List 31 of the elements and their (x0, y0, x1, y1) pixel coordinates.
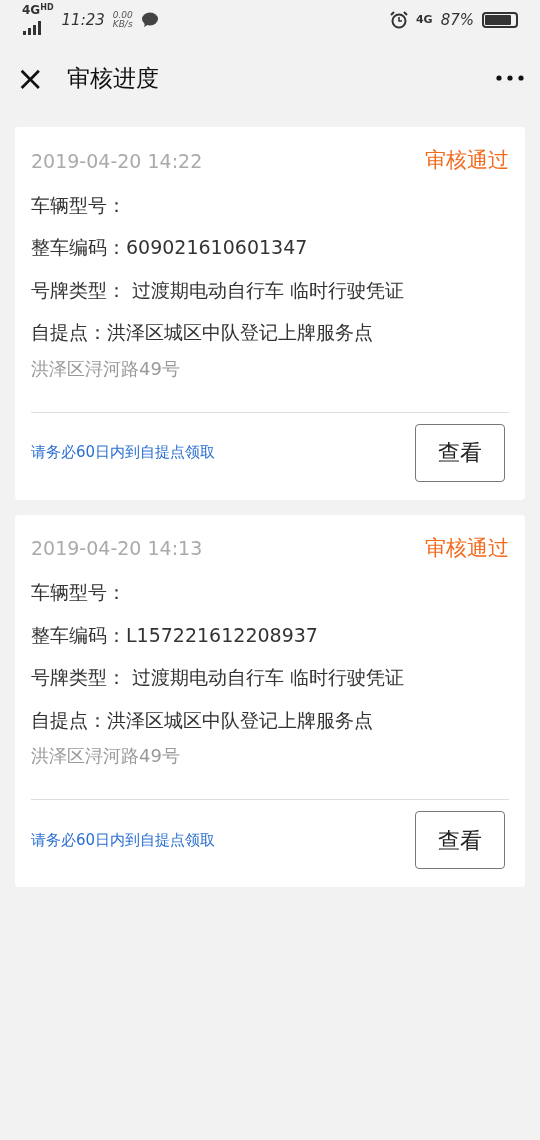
record-field: 整车编码：609021610601347 (31, 233, 509, 262)
battery-percent: 87% (440, 9, 474, 31)
record-field: 整车编码：L157221612208937 (31, 620, 509, 649)
view-button[interactable]: 查看 (415, 423, 505, 482)
network-label: 4G (415, 11, 433, 28)
record-field: 号牌类型： 过渡期电动自行车 临时行驶凭证 (31, 663, 509, 692)
record-time: 2019-04-20 14:22 (31, 148, 203, 174)
record-field: 号牌类型： 过渡期电动自行车 临时行驶凭证 (31, 275, 509, 304)
pickup-notice: 请务必60日内到自提点领取 (31, 829, 216, 851)
network-hd-label: HD (40, 4, 54, 12)
view-button[interactable]: 查看 (415, 811, 505, 869)
battery-icon (482, 12, 518, 28)
more-icon[interactable] (496, 75, 524, 81)
record-time: 2019-04-20 14:13 (31, 536, 203, 561)
page-title: 审核进度 (66, 63, 160, 93)
speed-value: 0.00 (112, 11, 133, 20)
chat-icon (140, 12, 159, 28)
close-button[interactable]: × (16, 61, 45, 95)
record-field: 车辆型号： (31, 578, 509, 607)
speed-unit: KB/s (112, 20, 133, 29)
status-label: 审核通过 (425, 147, 509, 174)
pickup-notice: 请务必60日内到自提点领取 (31, 442, 216, 464)
alarm-icon (389, 11, 408, 29)
record-field: 自提点：洪泽区城区中队登记上牌服务点 (31, 705, 509, 734)
record-field: 车辆型号： (31, 190, 509, 219)
network-label: 4G (22, 4, 41, 16)
status-label: 审核通过 (425, 534, 509, 562)
status-time: 11:23 (61, 9, 105, 31)
pickup-address: 洪泽区浔河路49号 (31, 744, 181, 768)
record-field: 自提点：洪泽区城区中队登记上牌服务点 (31, 318, 509, 347)
pickup-address: 洪泽区浔河路49号 (31, 356, 181, 381)
